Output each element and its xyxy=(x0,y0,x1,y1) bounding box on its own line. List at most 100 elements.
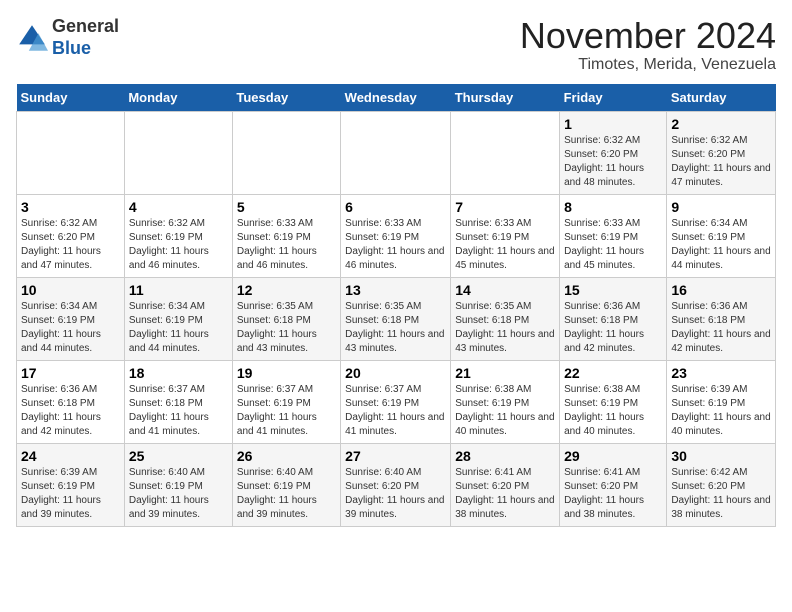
calendar-cell: 27 Sunrise: 6:40 AM Sunset: 6:20 PM Dayli… xyxy=(341,443,451,526)
calendar-cell: 30 Sunrise: 6:42 AM Sunset: 6:20 PM Dayli… xyxy=(667,443,776,526)
day-number: 3 xyxy=(21,199,120,215)
col-header-sunday: Sunday xyxy=(17,84,125,112)
col-header-thursday: Thursday xyxy=(451,84,560,112)
day-number: 8 xyxy=(564,199,662,215)
calendar-cell: 5Sunrise: 6:33 AM Sunset: 6:19 PM Daylig… xyxy=(232,194,340,277)
day-number: 22 xyxy=(564,365,662,381)
calendar-cell: 12Sunrise: 6:35 AM Sunset: 6:18 PM Dayli… xyxy=(232,277,340,360)
logo-icon xyxy=(16,22,48,54)
calendar-cell: 14 Sunrise: 6:35 AM Sunset: 6:18 PM Dayli… xyxy=(451,277,560,360)
month-title: November 2024 xyxy=(520,16,776,56)
day-number: 6 xyxy=(345,199,446,215)
calendar-cell: 2 Sunrise: 6:32 AM Sunset: 6:20 PM Daylig… xyxy=(667,111,776,194)
day-number: 5 xyxy=(237,199,336,215)
calendar-cell: 24 Sunrise: 6:39 AM Sunset: 6:19 PM Dayli… xyxy=(17,443,125,526)
logo-general-text: General xyxy=(52,16,119,36)
day-info: Sunrise: 6:40 AM Sunset: 6:19 PM Dayligh… xyxy=(237,466,336,522)
calendar-week-row: 24 Sunrise: 6:39 AM Sunset: 6:19 PM Dayli… xyxy=(17,443,776,526)
day-number: 28 xyxy=(455,448,555,464)
day-number: 15 xyxy=(564,282,662,298)
day-info: Sunrise: 6:33 AM Sunset: 6:19 PM Dayligh… xyxy=(455,217,555,273)
calendar-cell: 20Sunrise: 6:37 AM Sunset: 6:19 PM Dayli… xyxy=(341,360,451,443)
col-header-tuesday: Tuesday xyxy=(232,84,340,112)
day-number: 9 xyxy=(671,199,771,215)
calendar-cell: 8 Sunrise: 6:33 AM Sunset: 6:19 PM Daylig… xyxy=(560,194,667,277)
day-info: Sunrise: 6:32 AM Sunset: 6:20 PM Dayligh… xyxy=(21,217,120,273)
day-info: Sunrise: 6:39 AM Sunset: 6:19 PM Dayligh… xyxy=(21,466,120,522)
calendar-cell xyxy=(124,111,232,194)
col-header-friday: Friday xyxy=(560,84,667,112)
day-number: 21 xyxy=(455,365,555,381)
day-number: 27 xyxy=(345,448,446,464)
logo: General Blue xyxy=(16,16,119,59)
day-number: 24 xyxy=(21,448,120,464)
day-info: Sunrise: 6:32 AM Sunset: 6:19 PM Dayligh… xyxy=(129,217,228,273)
day-info: Sunrise: 6:33 AM Sunset: 6:19 PM Dayligh… xyxy=(564,217,662,273)
day-info: Sunrise: 6:34 AM Sunset: 6:19 PM Dayligh… xyxy=(21,300,120,356)
calendar-cell: 16Sunrise: 6:36 AM Sunset: 6:18 PM Dayli… xyxy=(667,277,776,360)
day-info: Sunrise: 6:34 AM Sunset: 6:19 PM Dayligh… xyxy=(671,217,771,273)
day-number: 7 xyxy=(455,199,555,215)
day-info: Sunrise: 6:41 AM Sunset: 6:20 PM Dayligh… xyxy=(564,466,662,522)
day-number: 1 xyxy=(564,116,662,132)
col-header-saturday: Saturday xyxy=(667,84,776,112)
day-number: 29 xyxy=(564,448,662,464)
day-info: Sunrise: 6:35 AM Sunset: 6:18 PM Dayligh… xyxy=(345,300,446,356)
day-number: 25 xyxy=(129,448,228,464)
col-header-monday: Monday xyxy=(124,84,232,112)
day-info: Sunrise: 6:37 AM Sunset: 6:19 PM Dayligh… xyxy=(345,383,446,439)
day-info: Sunrise: 6:35 AM Sunset: 6:18 PM Dayligh… xyxy=(237,300,336,356)
day-number: 30 xyxy=(671,448,771,464)
day-number: 18 xyxy=(129,365,228,381)
day-info: Sunrise: 6:32 AM Sunset: 6:20 PM Dayligh… xyxy=(671,134,771,190)
calendar-cell: 29 Sunrise: 6:41 AM Sunset: 6:20 PM Dayli… xyxy=(560,443,667,526)
day-info: Sunrise: 6:36 AM Sunset: 6:18 PM Dayligh… xyxy=(21,383,120,439)
calendar-header-row: SundayMondayTuesdayWednesdayThursdayFrid… xyxy=(17,84,776,112)
calendar-cell: 1Sunrise: 6:32 AM Sunset: 6:20 PM Daylig… xyxy=(560,111,667,194)
calendar-cell: 18 Sunrise: 6:37 AM Sunset: 6:18 PM Dayli… xyxy=(124,360,232,443)
day-info: Sunrise: 6:42 AM Sunset: 6:20 PM Dayligh… xyxy=(671,466,771,522)
calendar-cell xyxy=(17,111,125,194)
day-info: Sunrise: 6:38 AM Sunset: 6:19 PM Dayligh… xyxy=(564,383,662,439)
calendar-cell: 9 Sunrise: 6:34 AM Sunset: 6:19 PM Daylig… xyxy=(667,194,776,277)
day-info: Sunrise: 6:36 AM Sunset: 6:18 PM Dayligh… xyxy=(671,300,771,356)
day-number: 26 xyxy=(237,448,336,464)
day-info: Sunrise: 6:39 AM Sunset: 6:19 PM Dayligh… xyxy=(671,383,771,439)
day-info: Sunrise: 6:37 AM Sunset: 6:19 PM Dayligh… xyxy=(237,383,336,439)
calendar-cell: 19 Sunrise: 6:37 AM Sunset: 6:19 PM Dayli… xyxy=(232,360,340,443)
day-number: 11 xyxy=(129,282,228,298)
day-info: Sunrise: 6:35 AM Sunset: 6:18 PM Dayligh… xyxy=(455,300,555,356)
location-subtitle: Timotes, Merida, Venezuela xyxy=(520,56,776,74)
day-number: 2 xyxy=(671,116,771,132)
day-info: Sunrise: 6:40 AM Sunset: 6:20 PM Dayligh… xyxy=(345,466,446,522)
calendar-cell xyxy=(451,111,560,194)
day-number: 10 xyxy=(21,282,120,298)
day-number: 4 xyxy=(129,199,228,215)
calendar-week-row: 10 Sunrise: 6:34 AM Sunset: 6:19 PM Dayli… xyxy=(17,277,776,360)
day-info: Sunrise: 6:40 AM Sunset: 6:19 PM Dayligh… xyxy=(129,466,228,522)
day-number: 23 xyxy=(671,365,771,381)
day-info: Sunrise: 6:41 AM Sunset: 6:20 PM Dayligh… xyxy=(455,466,555,522)
logo-blue-text: Blue xyxy=(52,38,91,58)
day-info: Sunrise: 6:37 AM Sunset: 6:18 PM Dayligh… xyxy=(129,383,228,439)
calendar-cell: 10 Sunrise: 6:34 AM Sunset: 6:19 PM Dayli… xyxy=(17,277,125,360)
day-info: Sunrise: 6:33 AM Sunset: 6:19 PM Dayligh… xyxy=(345,217,446,273)
calendar-cell xyxy=(341,111,451,194)
calendar-cell: 25 Sunrise: 6:40 AM Sunset: 6:19 PM Dayli… xyxy=(124,443,232,526)
calendar-cell: 26 Sunrise: 6:40 AM Sunset: 6:19 PM Dayli… xyxy=(232,443,340,526)
day-number: 14 xyxy=(455,282,555,298)
header: General Blue November 2024 Timotes, Meri… xyxy=(16,16,776,74)
day-info: Sunrise: 6:36 AM Sunset: 6:18 PM Dayligh… xyxy=(564,300,662,356)
calendar-cell: 15 Sunrise: 6:36 AM Sunset: 6:18 PM Dayli… xyxy=(560,277,667,360)
calendar-cell: 22 Sunrise: 6:38 AM Sunset: 6:19 PM Dayli… xyxy=(560,360,667,443)
calendar-week-row: 1 Sunrise: 6:32 AM Sunset: 6:20 PM Daylig… xyxy=(17,111,776,194)
day-info: Sunrise: 6:34 AM Sunset: 6:19 PM Dayligh… xyxy=(129,300,228,356)
col-header-wednesday: Wednesday xyxy=(341,84,451,112)
calendar-cell xyxy=(232,111,340,194)
calendar-cell: 21Sunrise: 6:38 AM Sunset: 6:19 PM Dayli… xyxy=(451,360,560,443)
calendar-cell: 13 Sunrise: 6:35 AM Sunset: 6:18 PM Dayli… xyxy=(341,277,451,360)
day-number: 13 xyxy=(345,282,446,298)
calendar-cell: 28 Sunrise: 6:41 AM Sunset: 6:20 PM Dayli… xyxy=(451,443,560,526)
calendar-cell: 11 Sunrise: 6:34 AM Sunset: 6:19 PM Dayli… xyxy=(124,277,232,360)
day-number: 19 xyxy=(237,365,336,381)
